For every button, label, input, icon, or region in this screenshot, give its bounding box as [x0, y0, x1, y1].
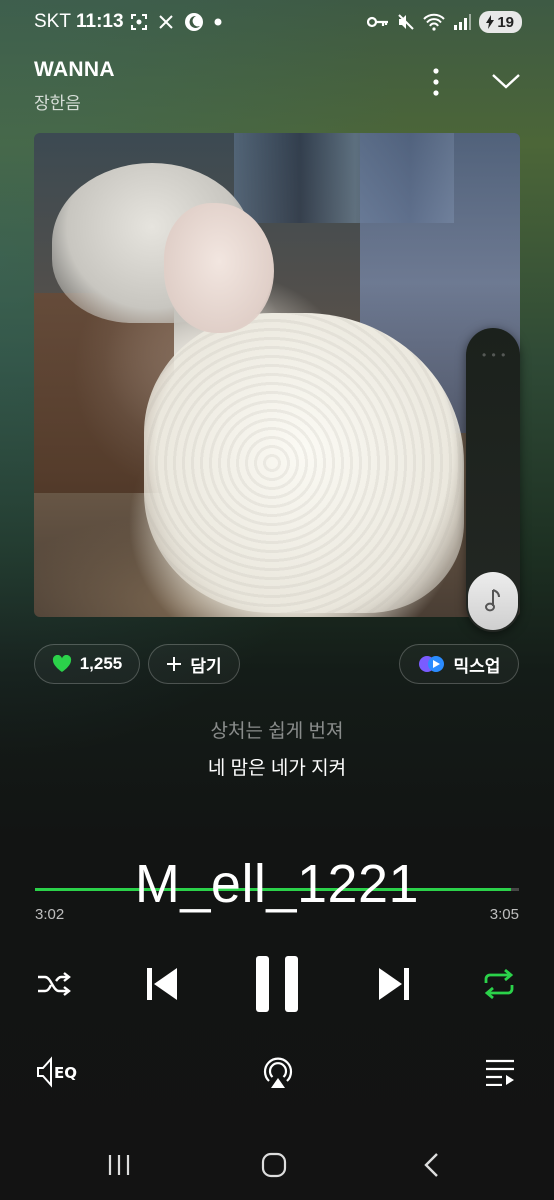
- previous-track-button[interactable]: [140, 962, 184, 1006]
- airplay-icon: [263, 1057, 293, 1088]
- clock: 11:13: [76, 11, 124, 32]
- recents-icon: [108, 1155, 130, 1175]
- skip-previous-icon: [147, 968, 177, 1000]
- album-art-sweater: [144, 313, 464, 613]
- mixup-label: 믹스업: [453, 656, 501, 676]
- lyric-previous-line[interactable]: 상처는 쉽게 번져: [0, 716, 554, 743]
- moon-icon: [185, 13, 203, 31]
- charging-icon: [486, 15, 495, 29]
- pause-button[interactable]: [248, 950, 306, 1018]
- song-title: WANNA: [34, 58, 115, 81]
- total-time: 3:05: [489, 906, 519, 923]
- battery-indicator: 19: [479, 11, 522, 33]
- queue-icon: [486, 1059, 514, 1086]
- svg-text:EQ: EQ: [54, 1064, 77, 1082]
- collapse-player-button[interactable]: [486, 66, 526, 96]
- heart-icon: [52, 655, 71, 672]
- lyric-current-line[interactable]: 네 맘은 네가 지켜: [0, 753, 554, 780]
- pause-icon: [256, 956, 298, 1012]
- cast-button[interactable]: [258, 1052, 298, 1092]
- shuffle-button[interactable]: [34, 964, 74, 1004]
- like-button[interactable]: 1,255: [34, 644, 140, 684]
- status-bar: SKT 11:13 19: [0, 0, 554, 44]
- plus-icon: [167, 657, 182, 671]
- album-art[interactable]: [34, 133, 520, 617]
- key-icon: [367, 16, 389, 28]
- more-options-button[interactable]: [425, 64, 447, 100]
- watermark-text: M_ell_1221: [134, 854, 420, 914]
- mute-icon: [398, 14, 415, 30]
- notification-icons: [130, 12, 222, 32]
- nav-recents-button[interactable]: [104, 1150, 134, 1180]
- eq-icon: EQ: [37, 1056, 77, 1088]
- back-icon: [424, 1153, 438, 1177]
- volume-knob[interactable]: [468, 572, 518, 630]
- x-twitter-icon: [159, 15, 173, 29]
- system-icons: 19: [367, 11, 522, 33]
- repeat-icon: [484, 969, 514, 999]
- signal-icon: [454, 14, 472, 30]
- add-label: 담기: [190, 656, 222, 676]
- elapsed-time: 3:02: [35, 906, 65, 923]
- chevron-down-icon: [492, 74, 520, 89]
- mixup-icon: [418, 656, 444, 672]
- mixup-button[interactable]: 믹스업: [399, 644, 519, 684]
- more-vertical-icon: [433, 68, 439, 96]
- like-count: 1,255: [79, 654, 123, 673]
- shuffle-icon: [38, 972, 71, 996]
- screenshot-icon: [131, 14, 147, 30]
- next-track-button[interactable]: [372, 962, 416, 1006]
- skip-next-icon: [379, 968, 409, 1000]
- volume-handle-dots: • • •: [482, 348, 507, 362]
- add-to-playlist-button[interactable]: 담기: [148, 644, 240, 684]
- artist-name[interactable]: 장한음: [34, 89, 81, 114]
- playlist-queue-button[interactable]: [482, 1054, 518, 1090]
- album-art-face: [164, 203, 274, 333]
- nav-home-button[interactable]: [259, 1150, 289, 1180]
- nav-back-button[interactable]: [416, 1150, 446, 1180]
- home-icon: [261, 1152, 287, 1178]
- equalizer-button[interactable]: EQ: [34, 1052, 82, 1092]
- repeat-button[interactable]: [479, 964, 519, 1004]
- music-note-icon: [485, 589, 500, 612]
- battery-level: 19: [497, 13, 514, 31]
- wifi-icon: [423, 13, 446, 31]
- dot-icon: [214, 18, 222, 26]
- carrier-label: SKT: [34, 11, 71, 32]
